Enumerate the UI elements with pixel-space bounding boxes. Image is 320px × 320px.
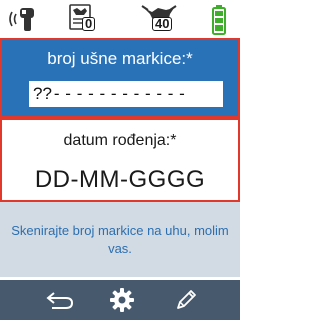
message-box: Skenirajte broj markice na uhu, molim va… — [0, 202, 240, 277]
eartag-placeholder-dashes: - - - - - - - - - - - - — [53, 84, 186, 103]
birthdate-label: datum rođenja:* — [63, 132, 177, 149]
edit-button[interactable] — [156, 280, 216, 320]
battery-icon — [210, 2, 230, 36]
eartag-label: broj ušne markice:* — [47, 49, 193, 68]
status-bar: 0 40 — [0, 0, 240, 38]
birthdate-field[interactable]: DD-MM-GGGG — [2, 166, 238, 194]
back-button[interactable] — [30, 280, 90, 320]
instruction-message: Skenirajte broj markice na uhu, molim va… — [11, 222, 229, 256]
settings-gear-icon — [110, 288, 134, 312]
eartag-prefix: ?? — [33, 84, 52, 103]
bottom-toolbar — [0, 280, 240, 320]
cattle-count: 40 — [152, 17, 173, 31]
cattle-count-icon: 40 — [140, 2, 188, 36]
edit-pencil-icon — [177, 290, 196, 309]
herd-list-icon: 0 — [64, 2, 104, 36]
birthdate-section[interactable]: datum rođenja:* DD-MM-GGGG — [0, 118, 240, 202]
settings-button[interactable] — [92, 280, 152, 320]
eartag-input-field[interactable]: ?? - - - - - - - - - - - - — [29, 81, 223, 107]
rfid-scanner-icon — [4, 2, 40, 36]
herd-count: 0 — [82, 17, 96, 31]
eartag-section[interactable]: broj ušne markice:* ?? - - - - - - - - -… — [0, 38, 240, 118]
back-icon — [46, 292, 74, 309]
